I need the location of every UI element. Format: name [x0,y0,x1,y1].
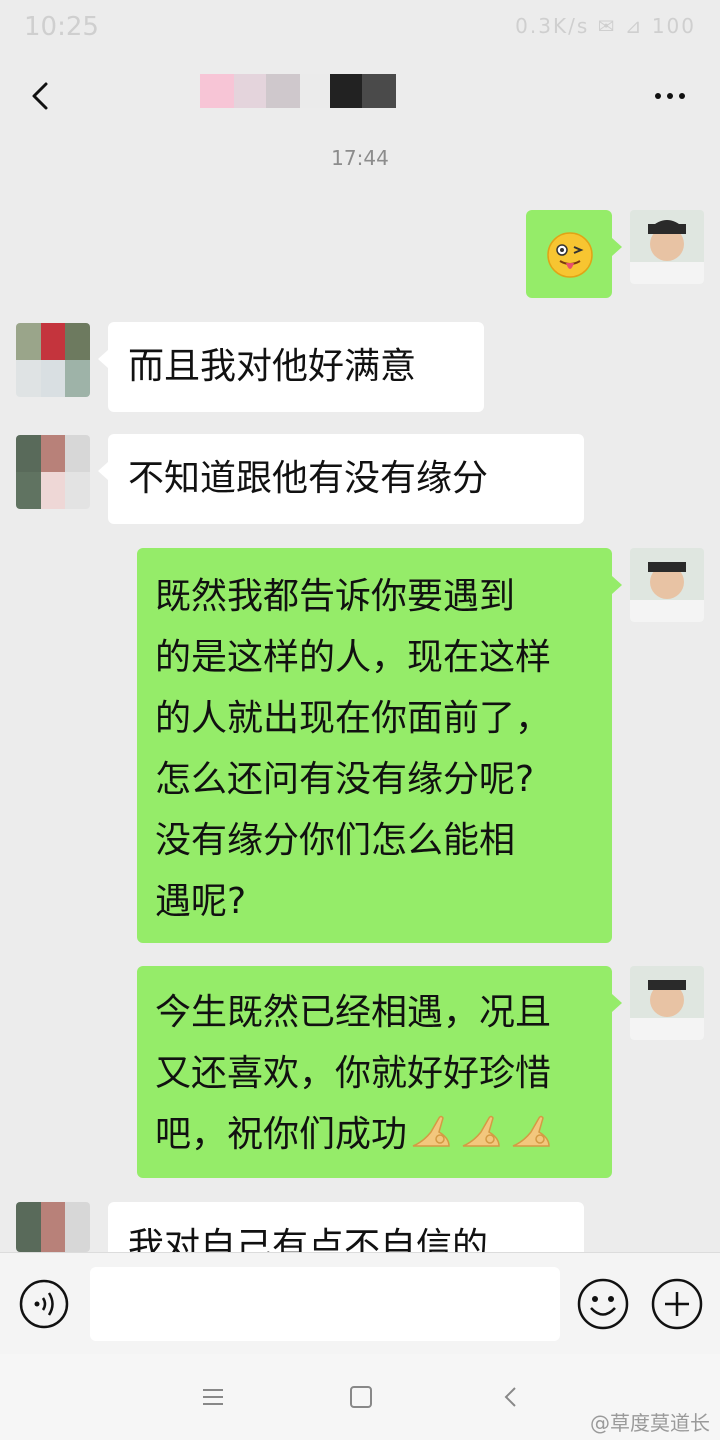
home-square-icon[interactable] [346,1382,376,1412]
message-bubble-me[interactable] [526,210,622,298]
voice-icon[interactable] [18,1278,70,1330]
status-bar: 10:25 0.3K/s ✉ ⊿ 100 [0,0,720,56]
my-avatar[interactable] [630,548,704,622]
status-time: 10:25 [24,12,99,42]
back-triangle-icon[interactable] [496,1382,526,1412]
message-text: 我对自己有点不自信的 [128,1226,489,1252]
message-line: 没有缘分你们怎么能相 [155,820,516,861]
my-avatar[interactable] [630,210,704,284]
message-text: 而且我对他好满意 [128,346,417,387]
message-line: 吧，祝你们成功 [155,1114,408,1155]
message-line-last: 吧，祝你们成功 [155,1104,596,1165]
message-line: 遇呢? [155,881,247,922]
message-bubble-contact[interactable]: 而且我对他好满意 [98,322,484,412]
message-line: 的是这样的人，现在这样 [155,637,552,678]
plus-icon[interactable] [650,1277,704,1331]
status-indicators: 0.3K/s ✉ ⊿ 100 [515,14,696,38]
smiley-icon[interactable] [576,1277,630,1331]
my-avatar[interactable] [630,966,704,1040]
menu-icon[interactable] [198,1382,228,1412]
message-line: 的人就出现在你面前了， [155,698,552,739]
contact-avatar-obscured[interactable] [16,1202,90,1252]
ok-hand-emoji-icon [409,1112,553,1152]
more-dots-icon[interactable] [650,76,690,116]
message-line: 怎么还问有没有缘分呢? [155,759,535,800]
message-line: 既然我都告诉你要遇到 [155,576,516,617]
message-text: 不知道跟他有没有缘分 [128,458,489,499]
message-bubble-contact[interactable]: 我对自己有点不自信的 [108,1202,584,1252]
message-line: 又还喜欢，你就好好珍惜 [155,1053,552,1094]
message-line: 今生既然已经相遇，况且 [155,992,552,1033]
watermark: @草度莫道长 [590,1411,710,1435]
chat-title-obscured [200,74,396,108]
message-input[interactable] [90,1267,560,1341]
contact-avatar-obscured[interactable] [16,323,90,397]
chat-header [0,56,720,140]
message-bubble-me[interactable]: 既然我都告诉你要遇到 的是这样的人，现在这样 的人就出现在你面前了， 怎么还问有… [137,548,622,943]
message-bubble-me[interactable]: 今生既然已经相遇，况且 又还喜欢，你就好好珍惜 吧，祝你们成功 [137,966,622,1178]
wink-tongue-emoji-icon [547,232,593,278]
chat-timestamp: 17:44 [331,146,389,170]
contact-avatar-obscured[interactable] [16,435,90,509]
input-bar [0,1252,720,1355]
message-bubble-contact[interactable]: 不知道跟他有没有缘分 [98,434,584,524]
chevron-left-icon[interactable] [22,76,62,116]
